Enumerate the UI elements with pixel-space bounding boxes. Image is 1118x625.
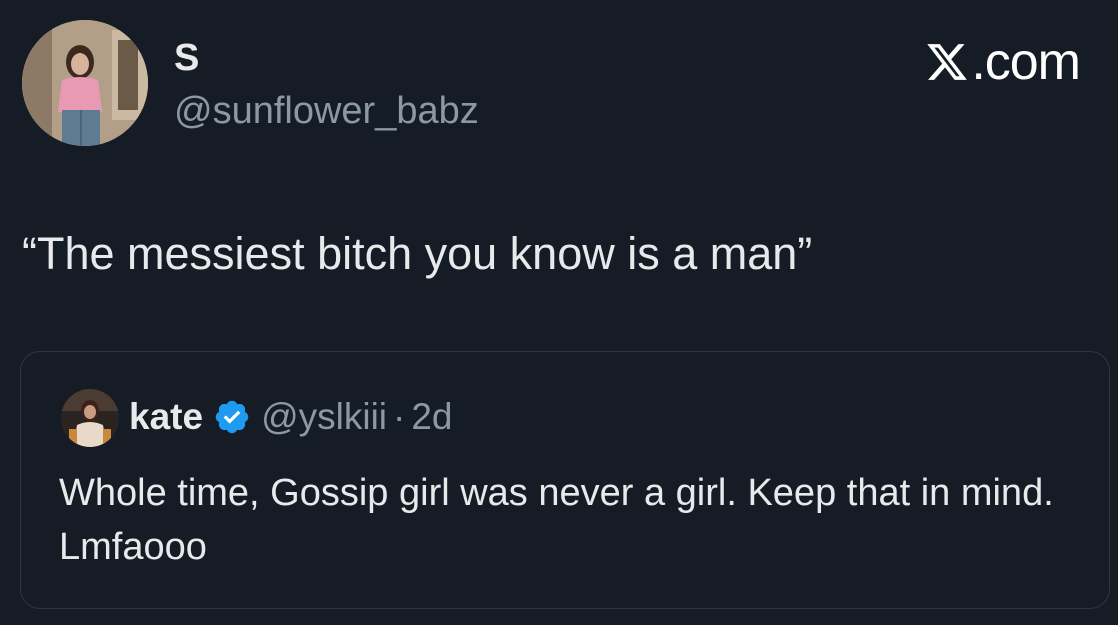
quoted-author-name[interactable]: kate <box>129 394 203 440</box>
author-avatar[interactable] <box>22 20 148 146</box>
quoted-author-avatar[interactable] <box>61 389 119 447</box>
brand-watermark: .com <box>925 32 1081 92</box>
author-display-name[interactable]: S <box>174 36 199 80</box>
author-handle[interactable]: @sunflower_babz <box>174 88 479 134</box>
quoted-tweet-timestamp[interactable]: 2d <box>411 394 452 440</box>
tweet-screenshot: S @sunflower_babz .com “The messiest bit… <box>0 0 1118 625</box>
quoted-tweet-header: kate @yslkiii · 2d <box>129 394 453 440</box>
meta-separator: · <box>393 396 406 437</box>
tweet-text: “The messiest bitch you know is a man” <box>22 228 813 279</box>
author-avatar-photo <box>22 20 148 146</box>
quoted-author-avatar-photo <box>61 389 119 447</box>
x-logo-icon <box>927 44 968 80</box>
quoted-tweet-text: Whole time, Gossip girl was never a girl… <box>59 472 1054 568</box>
quoted-tweet[interactable]: kate @yslkiii · 2d Whole time, Gossip gi… <box>20 351 1110 609</box>
verified-badge-icon <box>215 400 249 434</box>
brand-domain: .com <box>971 33 1081 91</box>
quoted-author-handle[interactable]: @yslkiii <box>261 394 387 440</box>
